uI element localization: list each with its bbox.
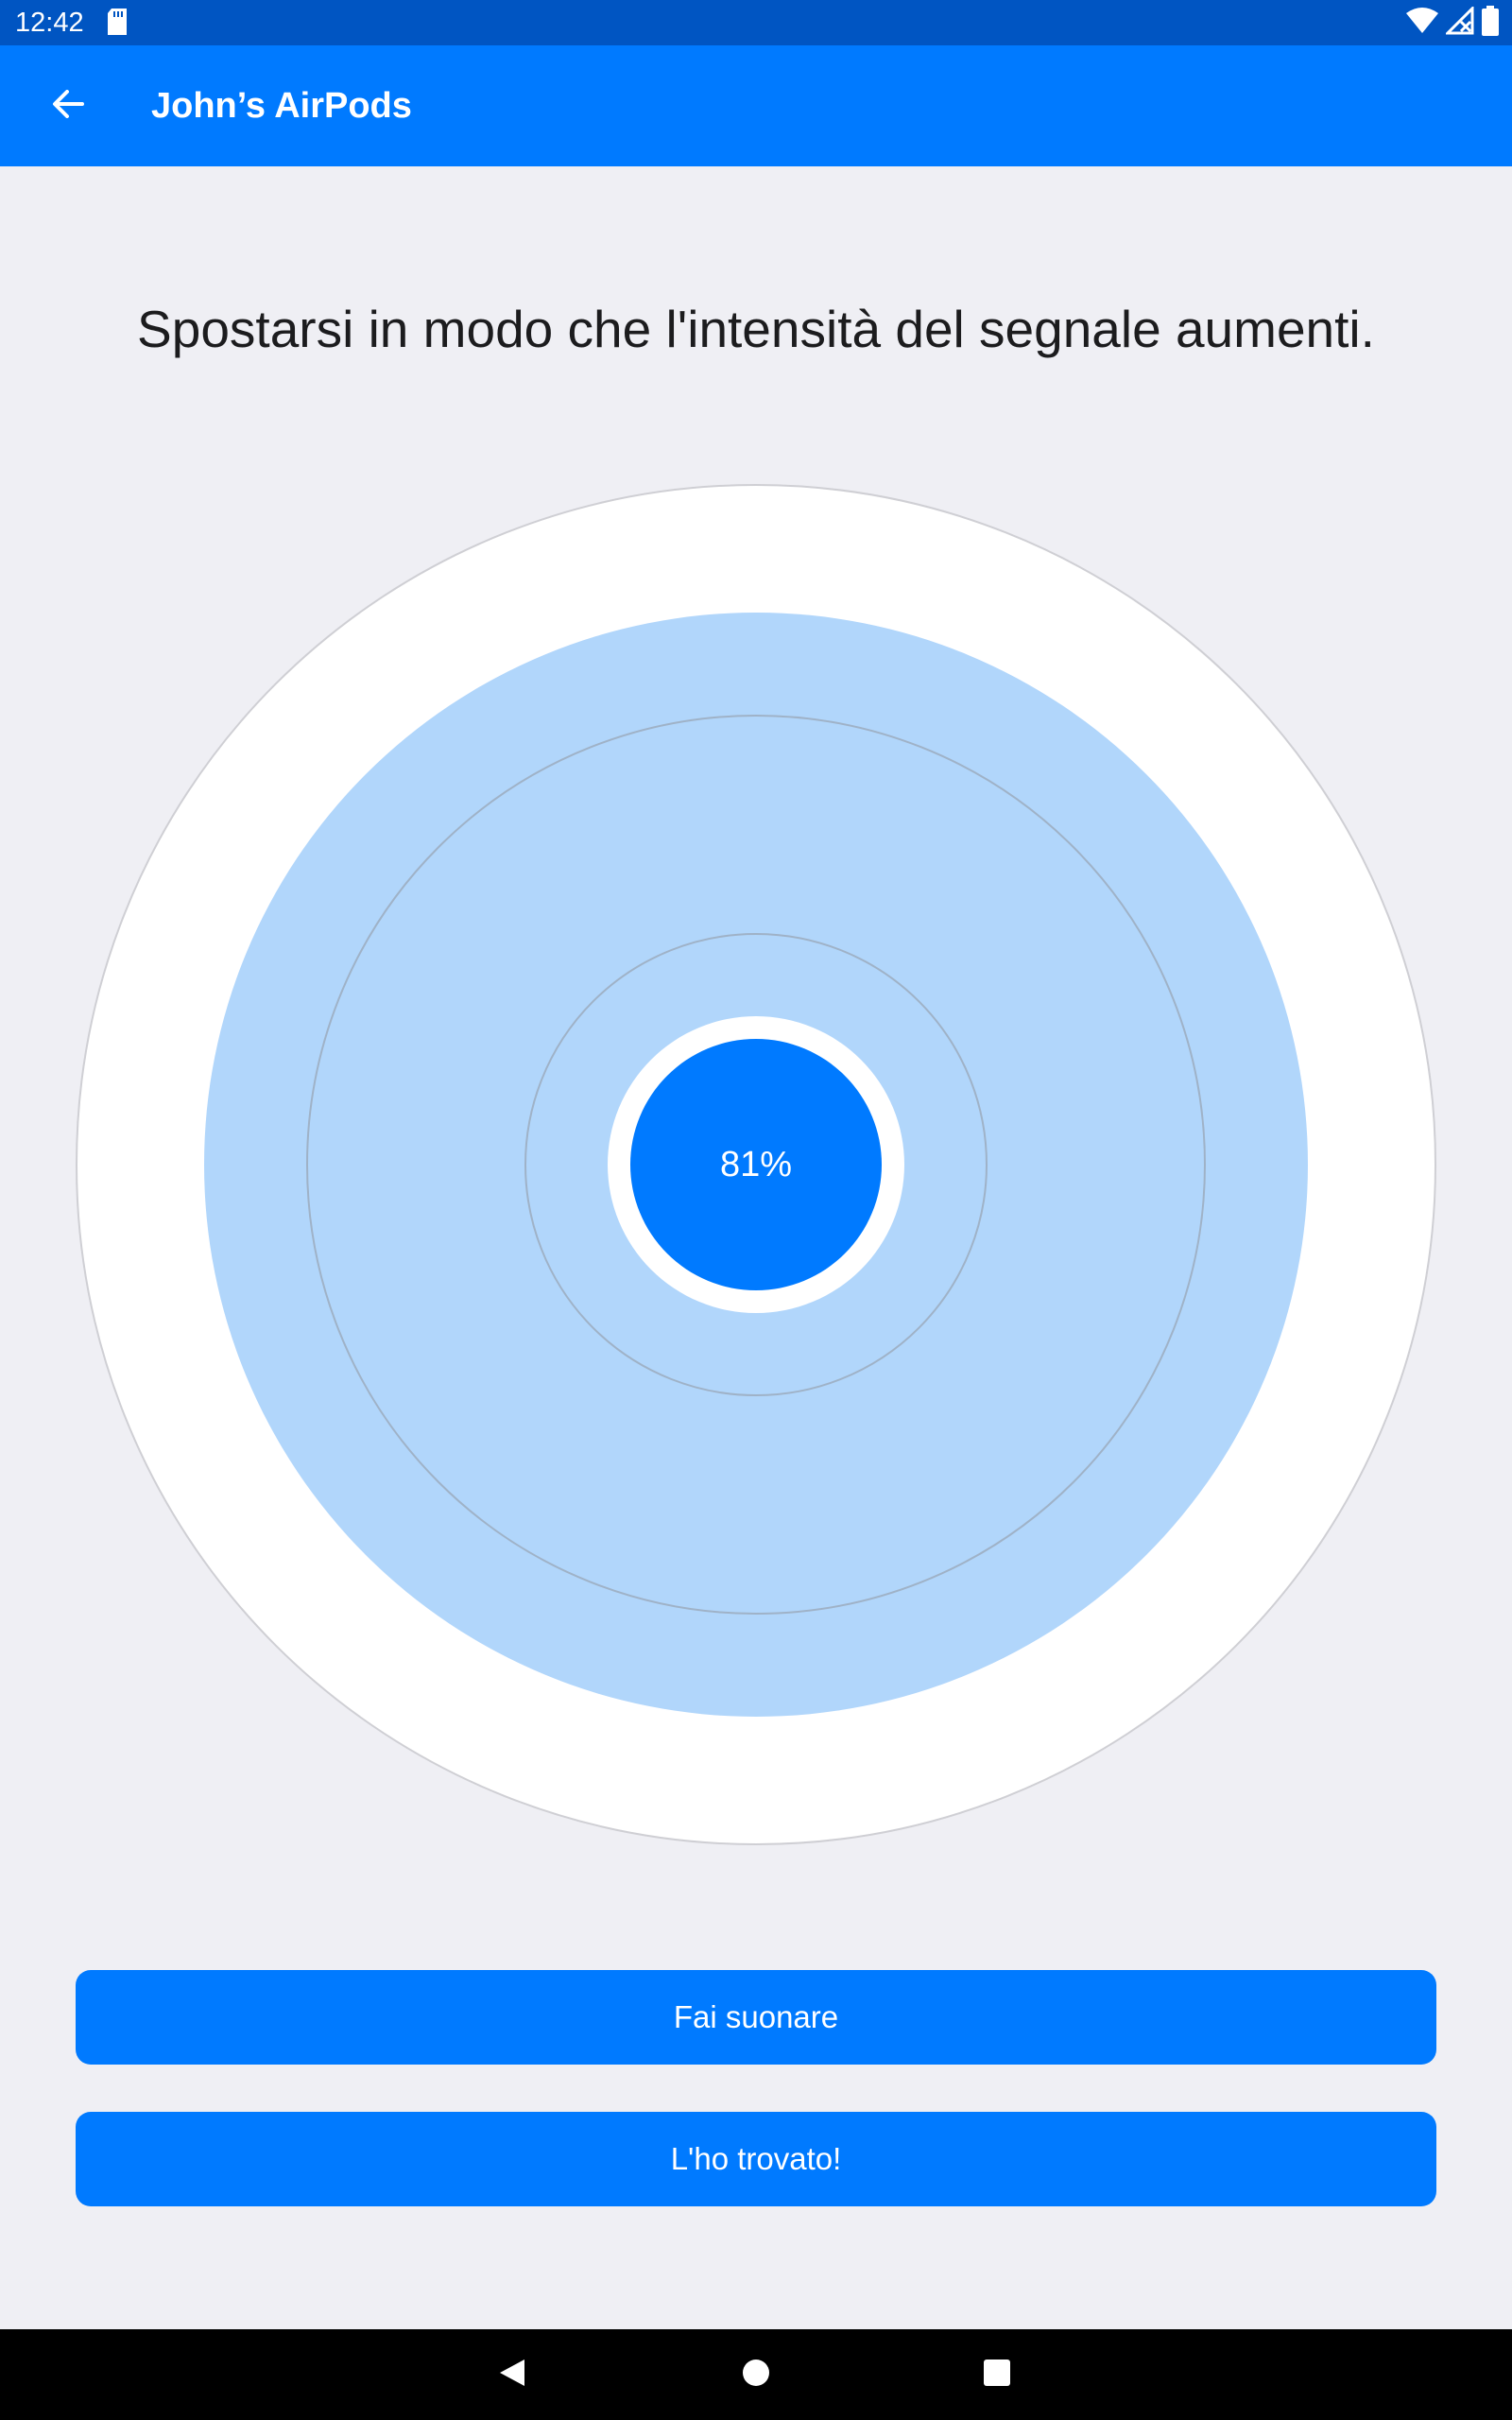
back-button[interactable]	[38, 76, 98, 136]
arrow-left-icon	[52, 89, 84, 123]
system-nav-bar	[0, 2329, 1512, 2420]
cellular-no-signal-icon	[1444, 4, 1474, 40]
status-icons	[1406, 4, 1499, 41]
nav-home-button[interactable]	[733, 2352, 779, 2397]
play-sound-button[interactable]: Fai suonare	[76, 1970, 1436, 2065]
signal-radar: 81%	[76, 484, 1436, 1845]
home-circle-icon	[742, 2359, 770, 2392]
found-it-button[interactable]: L'ho trovato!	[76, 2112, 1436, 2206]
instruction-text: Spostarsi in modo che l'intensità del se…	[137, 300, 1375, 358]
nav-back-button[interactable]	[490, 2352, 535, 2397]
signal-percent-badge: 81%	[630, 1039, 882, 1290]
play-sound-label: Fai suonare	[673, 1999, 839, 2034]
battery-icon	[1482, 5, 1499, 41]
wifi-icon	[1406, 7, 1438, 39]
found-it-label: L'ho trovato!	[670, 2141, 842, 2176]
status-bar: 12:42	[0, 0, 1512, 45]
nav-recents-button[interactable]	[974, 2352, 1020, 2397]
back-triangle-icon	[498, 2358, 526, 2393]
recents-square-icon	[983, 2359, 1011, 2392]
page-title: John’s AirPods	[151, 86, 412, 126]
sd-card-icon	[106, 9, 129, 35]
signal-percent-label: 81%	[719, 1144, 793, 1184]
status-time: 12:42	[15, 8, 84, 38]
app-bar: John’s AirPods	[0, 45, 1512, 166]
